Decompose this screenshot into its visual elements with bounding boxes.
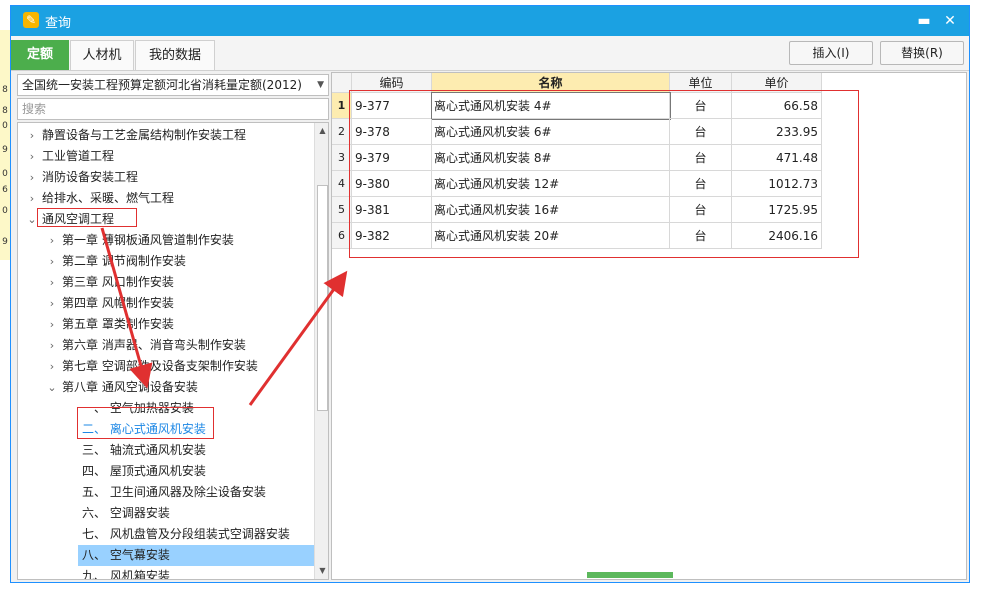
- annotation-arrows: [100, 227, 348, 406]
- arrow-to-centrifugal-fan: [100, 227, 153, 389]
- arrow-to-results: [248, 270, 348, 406]
